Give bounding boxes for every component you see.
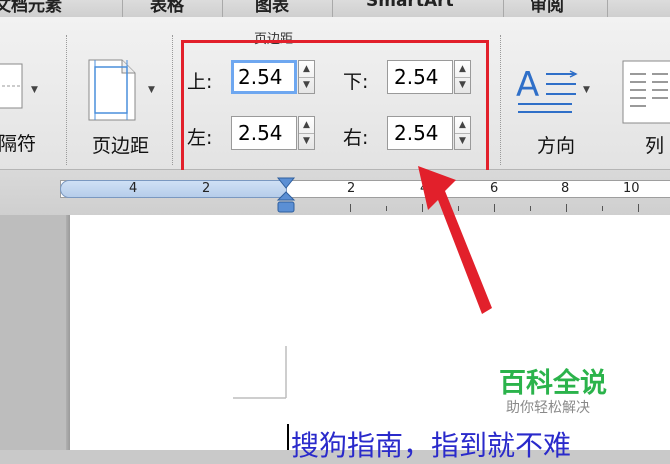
ruler-number: 2 <box>347 181 356 196</box>
page-gutter <box>0 215 70 450</box>
chevron-down-icon[interactable]: ▼ <box>583 85 590 95</box>
ruler-tick <box>602 206 603 211</box>
tab-divider <box>222 0 223 17</box>
annotation-arrow-icon <box>400 160 500 320</box>
ruler-tick <box>566 204 567 212</box>
watermark-title: 百科全说 <box>499 368 607 399</box>
tab-divider <box>607 0 608 17</box>
svg-text:A: A <box>516 65 539 105</box>
orientation-button-label[interactable]: 方向 <box>537 131 575 158</box>
margins-icon[interactable] <box>88 59 136 121</box>
ruler-number: 2 <box>202 181 211 196</box>
tab-review[interactable]: 审阅 <box>530 0 564 16</box>
columns-icon[interactable] <box>622 60 670 124</box>
columns-button-label[interactable]: 列 <box>645 131 664 158</box>
ruler-tick <box>530 206 531 211</box>
tab-document-elements[interactable]: 文档元素 <box>0 0 62 16</box>
breaks-icon[interactable] <box>0 62 26 110</box>
group-divider <box>172 35 173 165</box>
group-divider <box>66 35 67 165</box>
indent-marker-icon[interactable] <box>276 176 296 216</box>
ruler-number: 4 <box>129 181 138 196</box>
text-direction-icon[interactable]: A <box>516 62 578 122</box>
group-divider <box>500 35 501 165</box>
margin-corner-guide <box>233 346 289 400</box>
ribbon-tab-strip: 文档元素 表格 图表 SmartArt 审阅 <box>0 0 670 17</box>
margins-button-label[interactable]: 页边距 <box>92 131 149 158</box>
ruler-tick <box>350 204 351 212</box>
tab-divider <box>503 0 504 17</box>
breaks-button-label[interactable]: 隔符 <box>0 129 36 156</box>
ruler-margin-area <box>60 180 287 198</box>
document-text-line[interactable]: 搜狗指南，指到就不难 <box>291 424 571 464</box>
watermark-subtitle: 助你轻松解决 <box>506 400 590 416</box>
tab-charts[interactable]: 图表 <box>255 0 289 16</box>
tab-smartart[interactable]: SmartArt <box>366 0 454 15</box>
text-cursor <box>287 424 289 450</box>
chevron-down-icon[interactable]: ▼ <box>31 85 38 95</box>
tab-tables[interactable]: 表格 <box>150 0 184 16</box>
chevron-down-icon[interactable]: ▼ <box>148 85 155 95</box>
ruler-tick <box>638 204 639 212</box>
ruler-number: 10 <box>623 181 640 196</box>
highlight-box <box>181 40 489 180</box>
ruler-tick <box>386 206 387 211</box>
ruler-number: 8 <box>561 181 570 196</box>
tab-divider <box>122 0 123 17</box>
tab-divider <box>332 0 333 17</box>
